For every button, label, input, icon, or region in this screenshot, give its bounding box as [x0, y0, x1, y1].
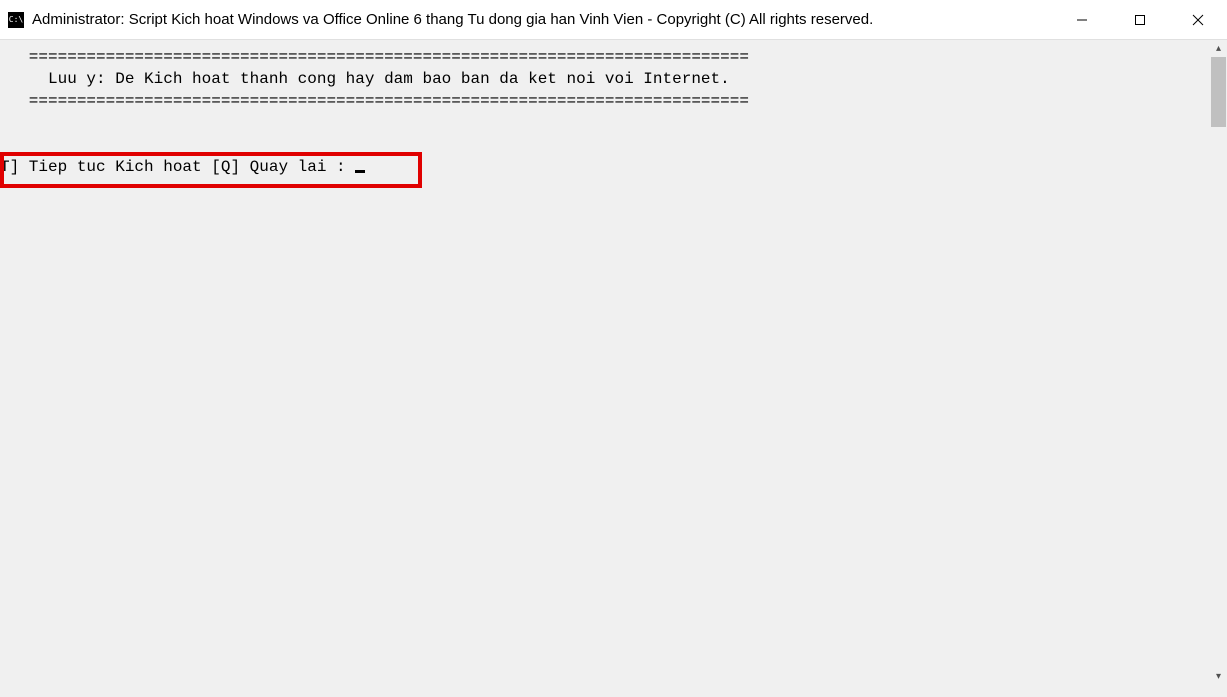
prompt-text: T] Tiep tuc Kich hoat [Q] Quay lai :: [0, 158, 355, 176]
maximize-button[interactable]: [1111, 0, 1169, 40]
console-area[interactable]: ========================================…: [0, 40, 1227, 697]
separator-line: ========================================…: [0, 92, 749, 110]
cmd-icon: C:\: [8, 12, 24, 28]
prompt-line: T] Tiep tuc Kich hoat [Q] Quay lai :: [0, 158, 365, 176]
minimize-icon: [1076, 14, 1088, 26]
console-output: ========================================…: [0, 40, 1227, 112]
scrollbar-track[interactable]: [1210, 57, 1227, 668]
notice-line: Luu y: De Kich hoat thanh cong hay dam b…: [0, 70, 730, 88]
window-title: Administrator: Script Kich hoat Windows …: [32, 11, 873, 28]
window-controls: [1053, 0, 1227, 40]
close-button[interactable]: [1169, 0, 1227, 40]
scrollbar-thumb[interactable]: [1211, 57, 1226, 127]
scroll-down-arrow-icon[interactable]: ▾: [1210, 668, 1227, 685]
cmd-icon-text: C:\: [9, 16, 23, 24]
vertical-scrollbar[interactable]: ▴ ▾: [1210, 40, 1227, 685]
close-icon: [1192, 14, 1204, 26]
titlebar: C:\ Administrator: Script Kich hoat Wind…: [0, 0, 1227, 40]
separator-line: ========================================…: [0, 48, 749, 66]
scroll-up-arrow-icon[interactable]: ▴: [1210, 40, 1227, 57]
cursor: [355, 170, 365, 173]
minimize-button[interactable]: [1053, 0, 1111, 40]
maximize-icon: [1134, 14, 1146, 26]
